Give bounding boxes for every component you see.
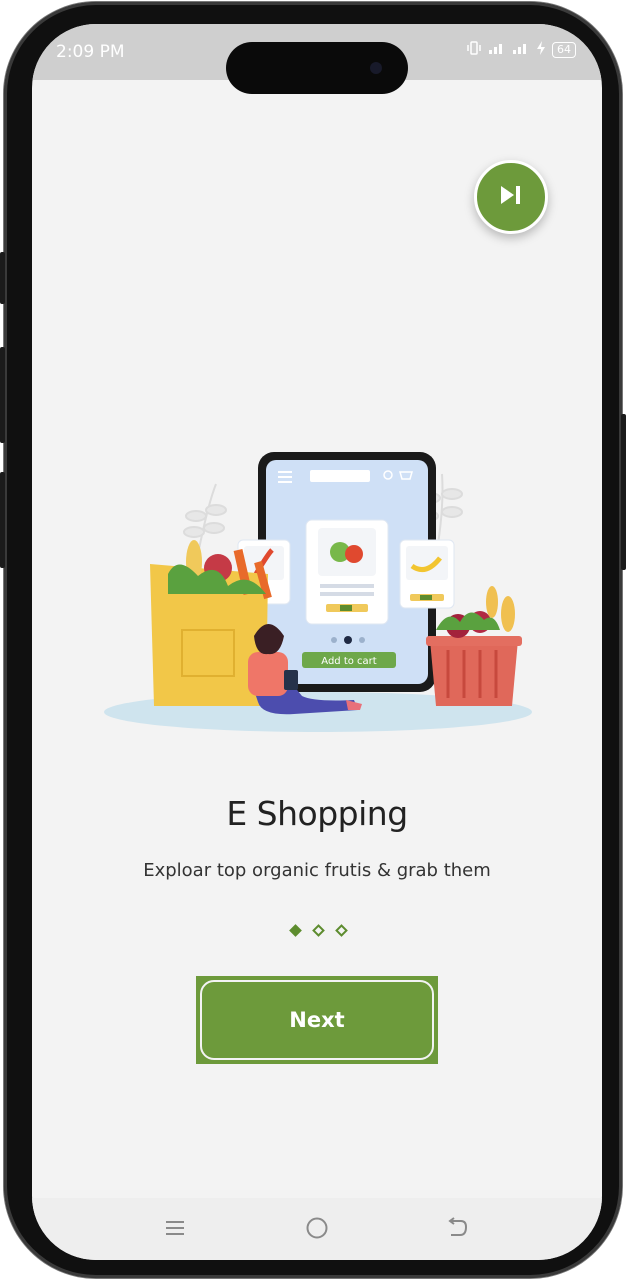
shopping-illustration: Add to cart [98,444,538,734]
page-dot [311,923,325,937]
vibrate-icon [466,41,482,59]
onboarding-subtitle: Exploar top organic frutis & grab them [143,860,491,881]
skip-button[interactable] [474,160,548,234]
phone-frame: 2:09 PM 64 Add to cart E Shopping Exploa… [0,2,626,1278]
recent-apps-icon [164,1219,186,1241]
home-icon [305,1216,329,1244]
skip-next-icon [497,183,525,211]
next-button[interactable]: Next [196,976,438,1064]
recent-apps-button[interactable] [160,1216,190,1244]
page-indicator [268,920,368,940]
page-dot-active [288,923,302,937]
back-icon [445,1217,469,1243]
add-to-cart-text: Add to cart [321,656,376,667]
onboarding-title: E Shopping [226,794,408,833]
system-nav-bar [32,1198,602,1260]
silent-switch [0,252,5,304]
home-button[interactable] [302,1216,332,1244]
status-icons: 64 [466,41,576,59]
volume-down-button [0,472,5,568]
status-time: 2:09 PM [56,42,125,62]
front-camera [370,62,382,74]
volume-up-button [0,347,5,443]
dynamic-island [226,42,408,94]
app-screen: 2:09 PM 64 Add to cart E Shopping Exploa… [32,24,602,1260]
signal-icon [512,41,530,59]
back-button[interactable] [442,1216,472,1244]
page-dot [334,923,348,937]
next-button-label: Next [289,1008,345,1032]
signal-icon [488,41,506,59]
power-button [621,414,626,570]
charging-icon [536,41,546,59]
battery-indicator: 64 [552,42,576,58]
